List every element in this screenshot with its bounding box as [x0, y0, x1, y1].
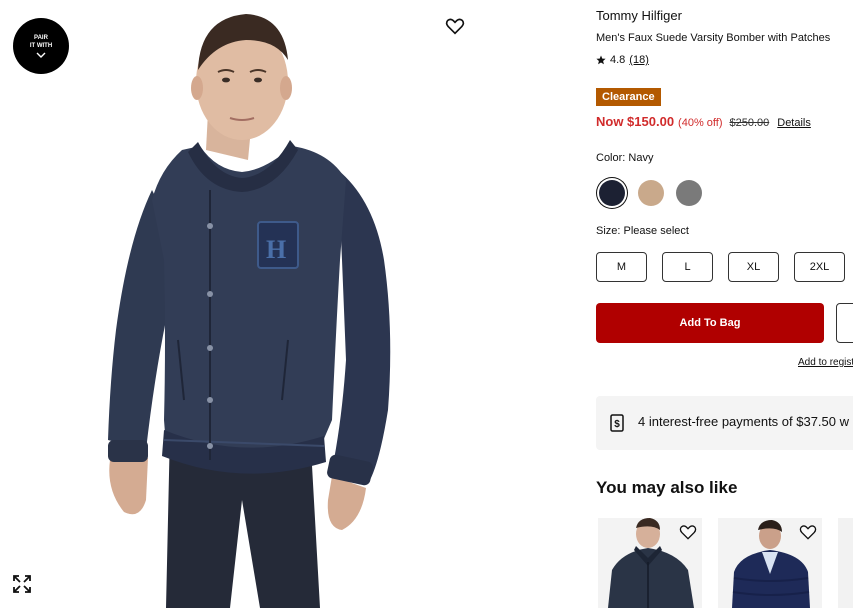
recommendation-card[interactable] — [718, 518, 822, 608]
add-to-registry-link[interactable]: Add to regist — [798, 357, 853, 368]
color-swatch-grey[interactable] — [676, 180, 702, 206]
secondary-action-button[interactable] — [836, 303, 853, 343]
clearance-badge: Clearance — [596, 88, 661, 106]
product-title: Men's Faux Suede Varsity Bomber with Pat… — [596, 32, 831, 44]
discount-percent: (40% off) — [678, 117, 723, 129]
size-option-m[interactable]: M — [596, 252, 647, 282]
size-option-2xl[interactable]: 2XL — [794, 252, 845, 282]
heart-icon[interactable] — [444, 15, 466, 37]
rating: 4.8 (18) — [596, 54, 649, 66]
brand-name[interactable]: Tommy Hilfiger — [596, 8, 682, 23]
product-image[interactable]: H — [70, 0, 490, 608]
color-swatch-navy[interactable] — [599, 180, 625, 206]
heart-icon[interactable] — [798, 522, 818, 542]
price-details-link[interactable]: Details — [777, 117, 811, 129]
original-price: $250.00 — [729, 117, 770, 129]
recommendation-card[interactable] — [598, 518, 702, 608]
pair-it-with-button[interactable]: PAIR IT WITH — [13, 18, 69, 74]
dollar-icon: $ — [610, 414, 624, 432]
size-option-l[interactable]: L — [662, 252, 713, 282]
review-count-link[interactable]: (18) — [629, 54, 649, 66]
rating-value: 4.8 — [610, 54, 626, 66]
heart-icon[interactable] — [678, 522, 698, 542]
add-to-bag-button[interactable]: Add To Bag — [596, 303, 824, 343]
expand-icon[interactable] — [12, 574, 32, 594]
size-option-xl[interactable]: XL — [728, 252, 779, 282]
color-swatch-tan[interactable] — [638, 180, 664, 206]
recommendation-card[interactable] — [838, 518, 853, 608]
recommendations-title: You may also like — [596, 478, 738, 497]
color-label: Color: Navy — [596, 152, 654, 164]
chevron-down-icon — [36, 52, 46, 58]
size-label: Size: Please select — [596, 225, 689, 237]
product-image-panel: H PAIR IT WITH — [0, 0, 560, 608]
pair-it-with-line2: IT WITH — [29, 43, 53, 49]
installment-text: 4 interest-free payments of $37.50 w — [638, 414, 850, 429]
sale-price: Now $150.00 — [596, 114, 675, 129]
svg-text:$: $ — [614, 419, 620, 430]
svg-text:H: H — [266, 235, 286, 264]
star-icon — [596, 55, 606, 65]
installment-banner[interactable]: $ 4 interest-free payments of $37.50 w — [596, 396, 853, 450]
price-row: Now $150.00 (40% off) $250.00 Details — [596, 114, 811, 129]
pair-it-with-line1: PAIR — [34, 35, 48, 41]
